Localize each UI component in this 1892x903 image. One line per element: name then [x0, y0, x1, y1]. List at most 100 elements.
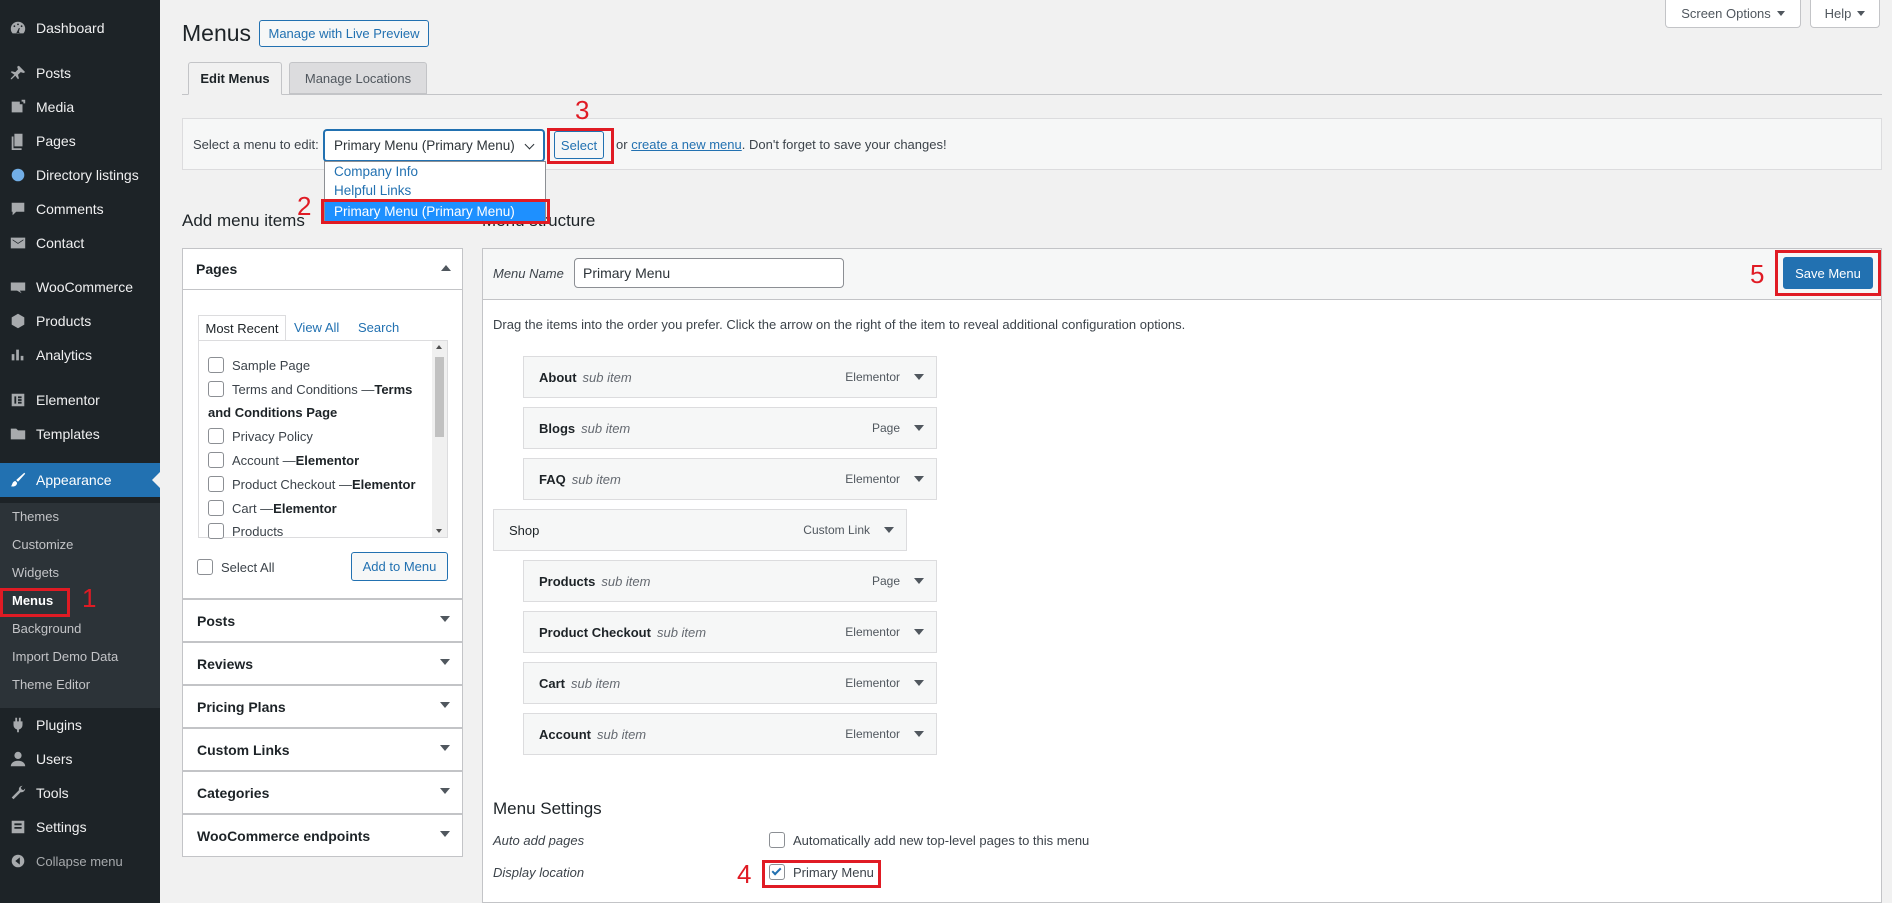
menu-item-account[interactable]: Account sub item Elementor — [523, 713, 937, 755]
checkbox[interactable] — [208, 476, 224, 492]
sidebar-item-analytics[interactable]: Analytics — [0, 338, 160, 372]
checkbox[interactable] — [208, 381, 224, 397]
tab-edit-menus[interactable]: Edit Menus — [188, 62, 282, 95]
help-button[interactable]: Help — [1810, 0, 1880, 28]
sidebar-item-dashboard[interactable]: Dashboard — [0, 11, 160, 45]
page-option-cart[interactable]: Cart — Elementor — [208, 500, 337, 516]
menu-item-about[interactable]: About sub item Elementor — [523, 356, 937, 398]
chevron-down-icon — [524, 139, 535, 150]
manage-live-preview-button[interactable]: Manage with Live Preview — [259, 20, 429, 47]
caret-down-icon[interactable] — [914, 629, 924, 635]
checkbox[interactable] — [208, 452, 224, 468]
checkbox[interactable] — [208, 500, 224, 516]
sidebar-item-woocommerce[interactable]: WooCommerce — [0, 270, 160, 304]
caret-down-icon[interactable] — [914, 476, 924, 482]
accordion-woocommerce-endpoints[interactable]: WooCommerce endpoints — [182, 814, 463, 857]
scrollbar-thumb[interactable] — [435, 357, 444, 437]
sidebar-item-label: Elementor — [36, 392, 100, 408]
sidebar-item-label: Media — [36, 99, 75, 115]
sidebar-item-templates[interactable]: Templates — [0, 417, 160, 451]
accordion-custom-links[interactable]: Custom Links — [182, 728, 463, 771]
sidebar-item-users[interactable]: Users — [0, 742, 160, 776]
menu-item-blogs[interactable]: Blogs sub item Page — [523, 407, 937, 449]
submenu-item-widgets[interactable]: Widgets — [12, 565, 59, 580]
create-new-menu-link[interactable]: create a new menu — [631, 137, 742, 152]
accordion-reviews[interactable]: Reviews — [182, 642, 463, 685]
checklist-scrollbar[interactable] — [432, 341, 447, 537]
submenu-item-import-demo-data[interactable]: Import Demo Data — [12, 649, 118, 664]
add-to-menu-button[interactable]: Add to Menu — [351, 552, 448, 581]
page-option-label: Cart — — [232, 500, 274, 516]
sidebar-item-label: Users — [36, 751, 73, 767]
select-all-checkbox[interactable] — [197, 559, 213, 575]
collapse-menu-button[interactable]: Collapse menu — [0, 844, 160, 878]
scroll-up-icon[interactable] — [436, 345, 442, 349]
menu-select-value: Primary Menu (Primary Menu) — [334, 138, 515, 153]
caret-down-icon[interactable] — [914, 374, 924, 380]
sidebar-item-tools[interactable]: Tools — [0, 776, 160, 810]
tab-most-recent[interactable]: Most Recent — [198, 315, 286, 341]
submenu-item-background[interactable]: Background — [12, 621, 81, 636]
checkbox[interactable] — [208, 428, 224, 444]
caret-down-icon — [440, 788, 450, 794]
sidebar-item-plugins[interactable]: Plugins — [0, 708, 160, 742]
admin-sidebar: Dashboard Posts Media Pages Directory li… — [0, 0, 160, 903]
submenu-item-themes[interactable]: Themes — [12, 509, 59, 524]
page-option-terms[interactable]: Terms and Conditions — Terms — [208, 381, 412, 397]
menu-item-shop[interactable]: Shop Custom Link — [493, 509, 907, 551]
page-option-product-checkout[interactable]: Product Checkout — Elementor — [208, 476, 416, 492]
tabs-divider — [182, 94, 1882, 95]
sidebar-item-media[interactable]: Media — [0, 90, 160, 124]
page-option-privacy-policy[interactable]: Privacy Policy — [208, 428, 313, 444]
sidebar-item-products[interactable]: Products — [0, 304, 160, 338]
add-menu-items-heading: Add menu items — [182, 211, 305, 230]
menu-item-subtitle: sub item — [571, 471, 621, 487]
scroll-down-icon[interactable] — [436, 529, 442, 533]
tab-manage-locations[interactable]: Manage Locations — [289, 62, 427, 94]
menu-item-product-checkout[interactable]: Product Checkout sub item Elementor — [523, 611, 937, 653]
sidebar-item-label: Pages — [36, 133, 76, 149]
sidebar-item-settings[interactable]: Settings — [0, 810, 160, 844]
sidebar-item-comments[interactable]: Comments — [0, 192, 160, 226]
auto-add-pages-option[interactable]: Automatically add new top-level pages to… — [769, 832, 1089, 848]
sidebar-item-posts[interactable]: Posts — [0, 56, 160, 90]
tab-search[interactable]: Search — [358, 320, 399, 335]
submenu-item-customize[interactable]: Customize — [12, 537, 73, 552]
checkbox[interactable] — [208, 357, 224, 373]
screen-options-button[interactable]: Screen Options — [1665, 0, 1801, 28]
sidebar-item-appearance[interactable]: Appearance — [0, 463, 160, 497]
page-option-products[interactable]: Products — [208, 523, 283, 539]
accordion-posts[interactable]: Posts — [182, 599, 463, 642]
accordion-pricing-plans[interactable]: Pricing Plans — [182, 685, 463, 728]
accordion-categories[interactable]: Categories — [182, 771, 463, 814]
sidebar-item-elementor[interactable]: Elementor — [0, 383, 160, 417]
caret-down-icon[interactable] — [914, 425, 924, 431]
caret-down-icon[interactable] — [914, 731, 924, 737]
sidebar-item-pages[interactable]: Pages — [0, 124, 160, 158]
page-title: Menus — [182, 20, 252, 46]
caret-down-icon[interactable] — [914, 680, 924, 686]
caret-down-icon[interactable] — [914, 578, 924, 584]
menu-item-products[interactable]: Products sub item Page — [523, 560, 937, 602]
auto-add-pages-checkbox[interactable] — [769, 832, 785, 848]
tab-view-all[interactable]: View All — [294, 320, 339, 335]
sidebar-item-label: Posts — [36, 65, 72, 81]
pages-panel-header[interactable]: Pages — [182, 248, 463, 290]
sidebar-item-contact[interactable]: Contact — [0, 226, 160, 260]
select-all-option[interactable]: Select All — [197, 559, 274, 575]
sidebar-item-directory-listings[interactable]: Directory listings — [0, 158, 160, 192]
option-helpful-links[interactable]: Helpful Links — [334, 183, 411, 198]
caret-down-icon[interactable] — [884, 527, 894, 533]
menu-name-input[interactable] — [574, 258, 844, 288]
page-option-sample-page[interactable]: Sample Page — [208, 357, 310, 373]
option-company-info[interactable]: Company Info — [334, 164, 418, 179]
sidebar-item-label: Settings — [36, 819, 87, 835]
screen-options-label: Screen Options — [1681, 6, 1771, 21]
checkbox[interactable] — [208, 523, 224, 539]
menu-item-cart[interactable]: Cart sub item Elementor — [523, 662, 937, 704]
menu-item-faq[interactable]: FAQ sub item Elementor — [523, 458, 937, 500]
submenu-item-theme-editor[interactable]: Theme Editor — [12, 677, 90, 692]
page-option-suffix: Elementor — [295, 452, 360, 468]
page-option-account[interactable]: Account — Elementor — [208, 452, 359, 468]
menu-select-dropdown[interactable]: Primary Menu (Primary Menu) — [324, 130, 544, 161]
